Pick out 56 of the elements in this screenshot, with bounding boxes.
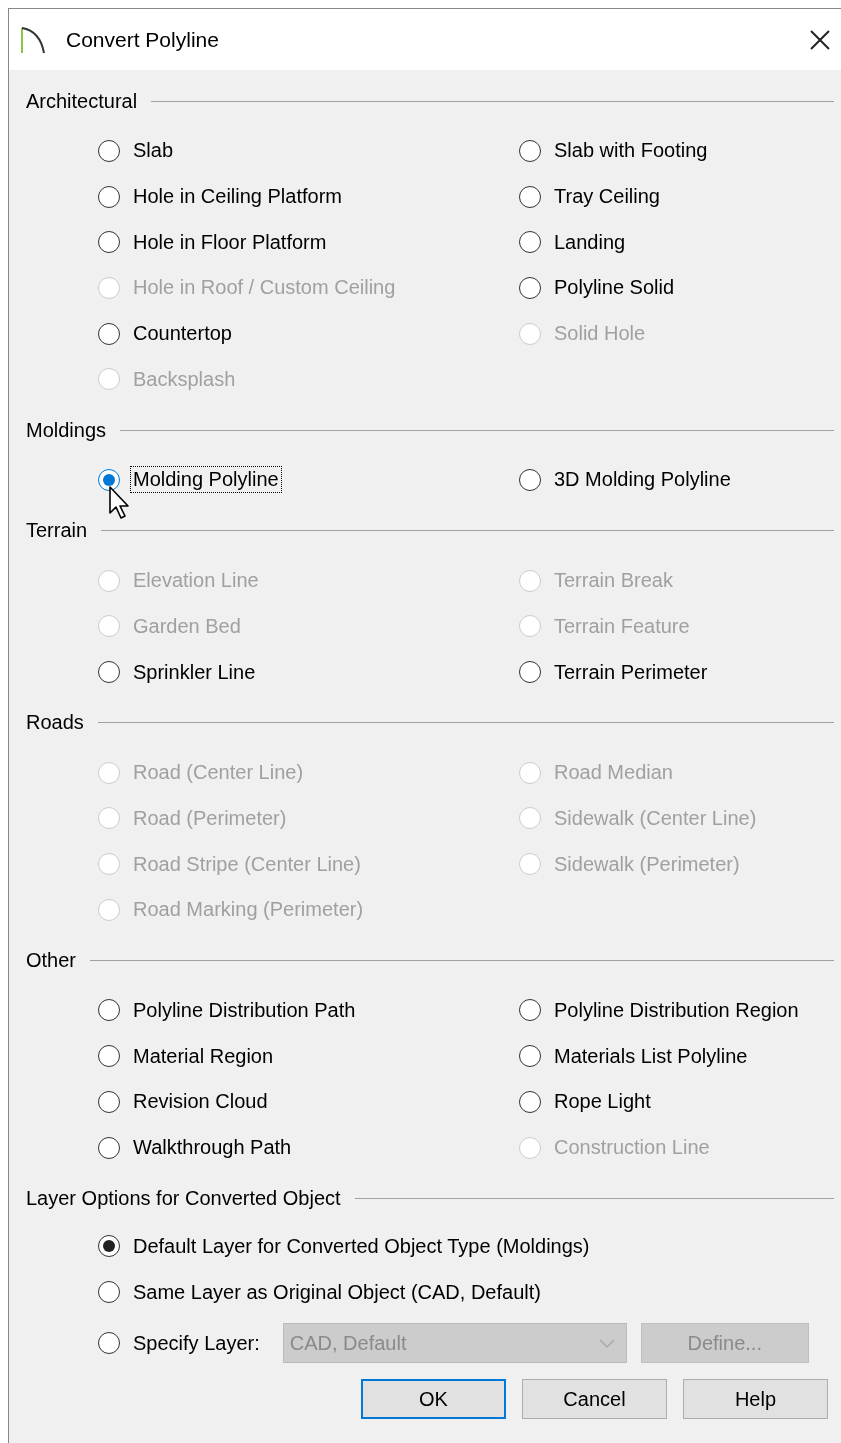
- radio-circle[interactable]: [98, 468, 120, 491]
- radio-option[interactable]: Terrain Perimeter: [519, 658, 711, 686]
- radio-circle[interactable]: [519, 999, 541, 1022]
- radio-option[interactable]: Countertop: [98, 320, 235, 348]
- radio-option[interactable]: Sprinkler Line: [98, 658, 259, 686]
- radio-circle[interactable]: [519, 1045, 541, 1068]
- radio-circle[interactable]: [98, 322, 120, 345]
- radio-circle[interactable]: [519, 185, 541, 208]
- radio-circle[interactable]: [98, 185, 120, 208]
- radio-option[interactable]: Same Layer as Original Object (CAD, Default): [98, 1278, 544, 1306]
- radio-circle[interactable]: [519, 139, 541, 162]
- radio-option[interactable]: Slab with Footing: [519, 137, 711, 165]
- dialog-button[interactable]: Help: [683, 1379, 828, 1420]
- radio-option[interactable]: Polyline Solid: [519, 274, 678, 302]
- radio-circle[interactable]: [98, 661, 120, 684]
- radio-option[interactable]: Slab: [98, 137, 177, 165]
- radio-circle[interactable]: [98, 1235, 120, 1258]
- group-title: Other: [26, 949, 77, 973]
- radio-circle[interactable]: [519, 468, 541, 491]
- radio-circle[interactable]: [98, 999, 120, 1022]
- radio-circle[interactable]: [98, 1136, 120, 1159]
- radio-circle[interactable]: [98, 231, 120, 254]
- radio-option[interactable]: Walkthrough Path: [98, 1134, 295, 1162]
- dialog-button[interactable]: OK: [361, 1379, 506, 1420]
- group-title: Layer Options for Converted Object: [26, 1186, 341, 1210]
- radio-circle[interactable]: [98, 1045, 120, 1068]
- radio-option[interactable]: Polyline Distribution Path: [98, 996, 359, 1024]
- group-title: Terrain: [26, 519, 88, 543]
- radio-circle[interactable]: [519, 231, 541, 254]
- radio-option[interactable]: Tray Ceiling: [519, 183, 663, 211]
- radio-option[interactable]: Polyline Distribution Region: [519, 996, 802, 1024]
- radio-option[interactable]: Landing: [519, 228, 629, 256]
- radio-option[interactable]: Rope Light: [519, 1088, 654, 1116]
- group-title: Roads: [26, 711, 84, 735]
- close-icon[interactable]: [809, 28, 831, 51]
- radio-option[interactable]: Materials List Polyline: [519, 1042, 751, 1070]
- radio-circle[interactable]: [519, 1090, 541, 1113]
- radio-circle[interactable]: [98, 1090, 120, 1113]
- arch-icon: [20, 24, 46, 55]
- radio-circle[interactable]: [519, 276, 541, 299]
- radio-option[interactable]: Specify Layer:: [98, 1329, 263, 1357]
- window-title: Convert Polyline: [66, 27, 220, 52]
- group-title: Architectural: [26, 89, 138, 113]
- radio-option[interactable]: Hole in Floor Platform: [98, 228, 330, 256]
- radio-option[interactable]: Hole in Ceiling Platform: [98, 183, 345, 211]
- radio-circle[interactable]: [98, 139, 120, 162]
- radio-option[interactable]: Material Region: [98, 1042, 277, 1070]
- radio-circle[interactable]: [98, 1281, 120, 1304]
- radio-option[interactable]: 3D Molding Polyline: [519, 466, 734, 494]
- dialog-button[interactable]: Cancel: [522, 1379, 667, 1420]
- radio-circle[interactable]: [98, 1332, 120, 1355]
- group-title: Moldings: [26, 418, 107, 442]
- chevron-down-icon: [597, 1337, 616, 1350]
- radio-circle[interactable]: [519, 661, 541, 684]
- radio-option[interactable]: Revision Cloud: [98, 1088, 271, 1116]
- radio-option[interactable]: Default Layer for Converted Object Type (Moldings): [98, 1232, 593, 1260]
